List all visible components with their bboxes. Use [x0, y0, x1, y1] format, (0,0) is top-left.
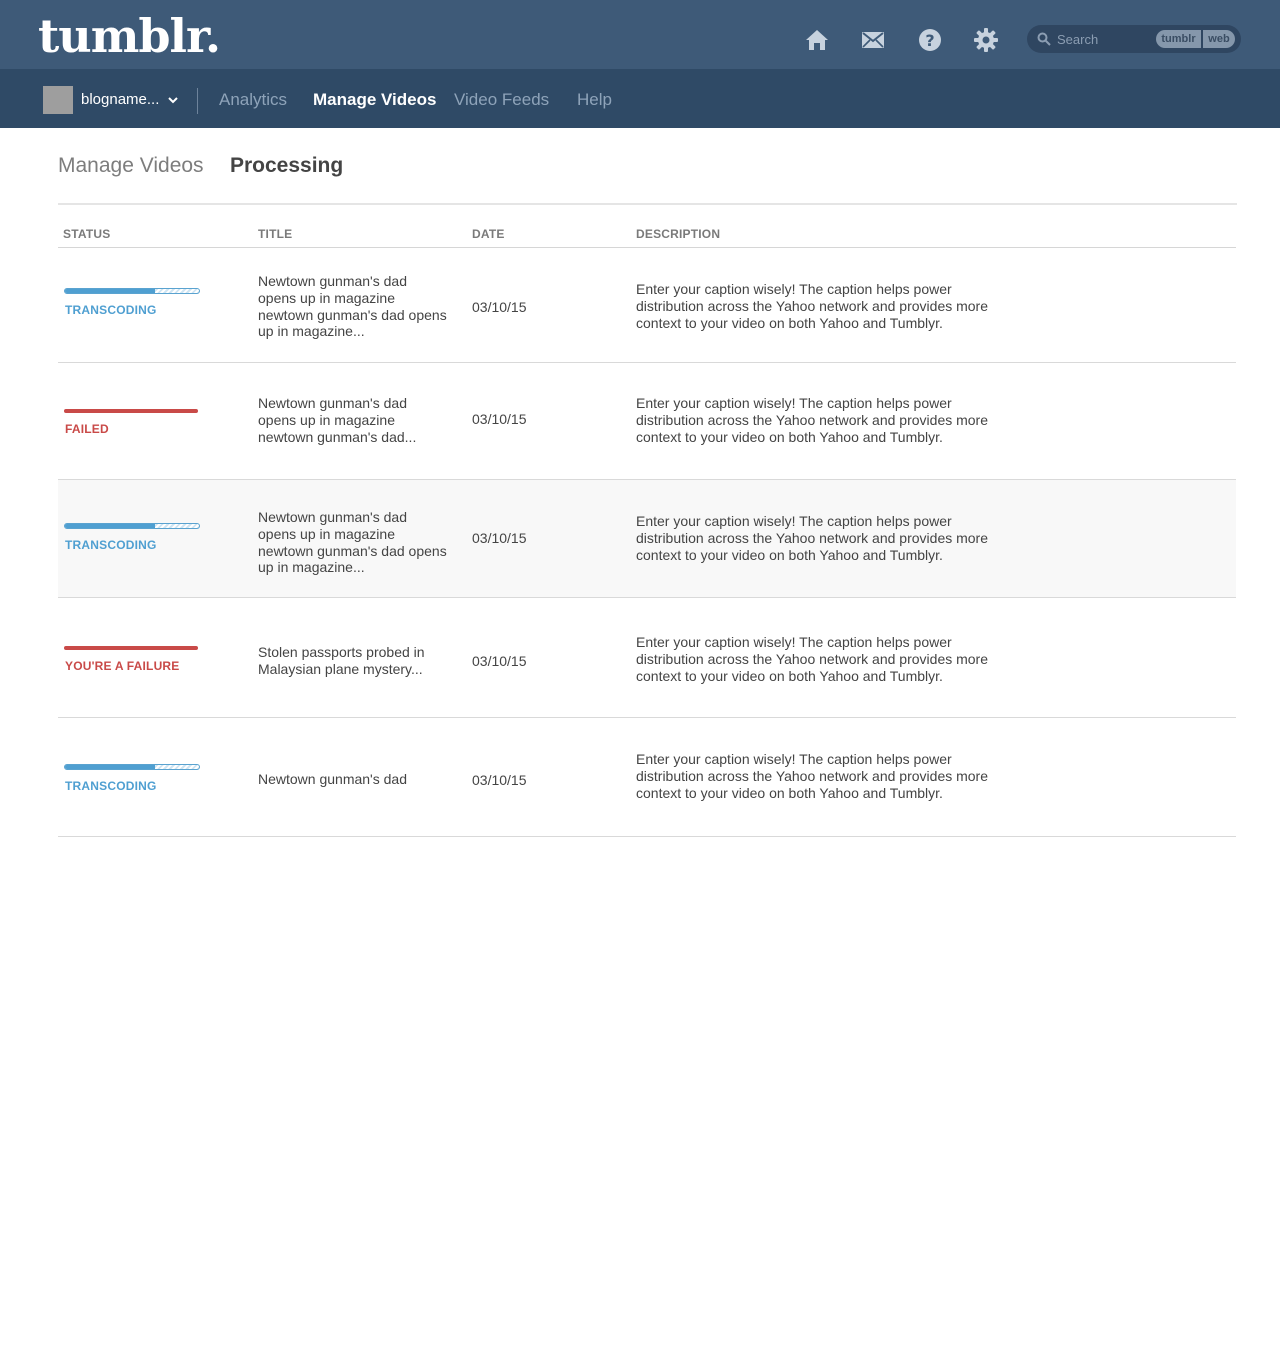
- progress-bar: [64, 288, 200, 294]
- secondary-nav: blogname... Analytics Manage Videos Vide…: [0, 69, 1280, 128]
- progress-fill: [65, 765, 155, 769]
- video-title: Stolen passports probed in Malaysian pla…: [258, 644, 425, 677]
- video-title: Newtown gunman's dad opens up in magazin…: [258, 273, 447, 340]
- column-header-description: DESCRIPTION: [636, 227, 721, 241]
- settings-icon[interactable]: [973, 27, 999, 53]
- video-title: Newtown gunman's dad opens up in magazin…: [258, 509, 447, 576]
- video-title: Newtown gunman's dad opens up in magazin…: [258, 395, 417, 445]
- search-scope-web[interactable]: web: [1203, 30, 1235, 48]
- video-description: Enter your caption wisely! The caption h…: [636, 634, 989, 684]
- tumblr-logo[interactable]: tumblr.: [38, 8, 221, 64]
- mail-icon[interactable]: [860, 27, 886, 53]
- blog-name[interactable]: blogname...: [81, 91, 159, 108]
- tab-processing[interactable]: Processing: [230, 154, 343, 178]
- video-description: Enter your caption wisely! The caption h…: [636, 513, 989, 563]
- nav-divider: [197, 88, 198, 114]
- video-description: Enter your caption wisely! The caption h…: [636, 751, 989, 801]
- search-scope-tumblr[interactable]: tumblr: [1156, 30, 1201, 48]
- nav-video-feeds[interactable]: Video Feeds: [454, 90, 549, 110]
- column-header-title: TITLE: [258, 227, 293, 241]
- nav-help[interactable]: Help: [577, 90, 612, 110]
- divider: [58, 203, 1237, 205]
- status-badge: TRANSCODING: [65, 538, 157, 552]
- tab-manage-videos[interactable]: Manage Videos: [58, 154, 204, 178]
- search-icon: [1037, 32, 1051, 46]
- table-row[interactable]: YOU'RE A FAILURE Stolen passports probed…: [58, 598, 1236, 718]
- failed-bar: [64, 409, 198, 413]
- nav-analytics[interactable]: Analytics: [219, 90, 287, 110]
- table-row[interactable]: TRANSCODING Newtown gunman's dad 03/10/1…: [58, 718, 1236, 837]
- video-date: 03/10/15: [472, 772, 527, 788]
- nav-manage-videos[interactable]: Manage Videos: [313, 90, 436, 110]
- video-title: Newtown gunman's dad: [258, 771, 407, 787]
- video-description: Enter your caption wisely! The caption h…: [636, 281, 989, 331]
- progress-bar: [64, 764, 200, 770]
- video-date: 03/10/15: [472, 411, 527, 427]
- search-input[interactable]: [1057, 30, 1157, 48]
- video-date: 03/10/15: [472, 299, 527, 315]
- progress-fill: [65, 289, 155, 293]
- home-icon[interactable]: [804, 27, 830, 53]
- progress-fill: [65, 524, 155, 528]
- column-header-status: STATUS: [63, 227, 111, 241]
- top-bar: tumblr. ? tumblr web: [0, 0, 1280, 69]
- svg-text:?: ?: [925, 31, 934, 50]
- progress-bar: [64, 523, 200, 529]
- search-box: tumblr web: [1027, 25, 1241, 53]
- video-description: Enter your caption wisely! The caption h…: [636, 395, 989, 445]
- failed-bar: [64, 646, 198, 650]
- blog-avatar[interactable]: [43, 86, 73, 114]
- status-badge: TRANSCODING: [65, 779, 157, 793]
- video-date: 03/10/15: [472, 653, 527, 669]
- table-row[interactable]: FAILED Newtown gunman's dad opens up in …: [58, 363, 1236, 480]
- status-badge: TRANSCODING: [65, 303, 157, 317]
- status-badge: FAILED: [65, 422, 109, 436]
- help-icon[interactable]: ?: [917, 27, 943, 53]
- status-badge: YOU'RE A FAILURE: [65, 659, 180, 673]
- chevron-down-icon[interactable]: [166, 93, 180, 107]
- video-date: 03/10/15: [472, 530, 527, 546]
- table-row[interactable]: TRANSCODING Newtown gunman's dad opens u…: [58, 248, 1236, 363]
- column-header-date: DATE: [472, 227, 505, 241]
- table-row[interactable]: TRANSCODING Newtown gunman's dad opens u…: [58, 480, 1236, 598]
